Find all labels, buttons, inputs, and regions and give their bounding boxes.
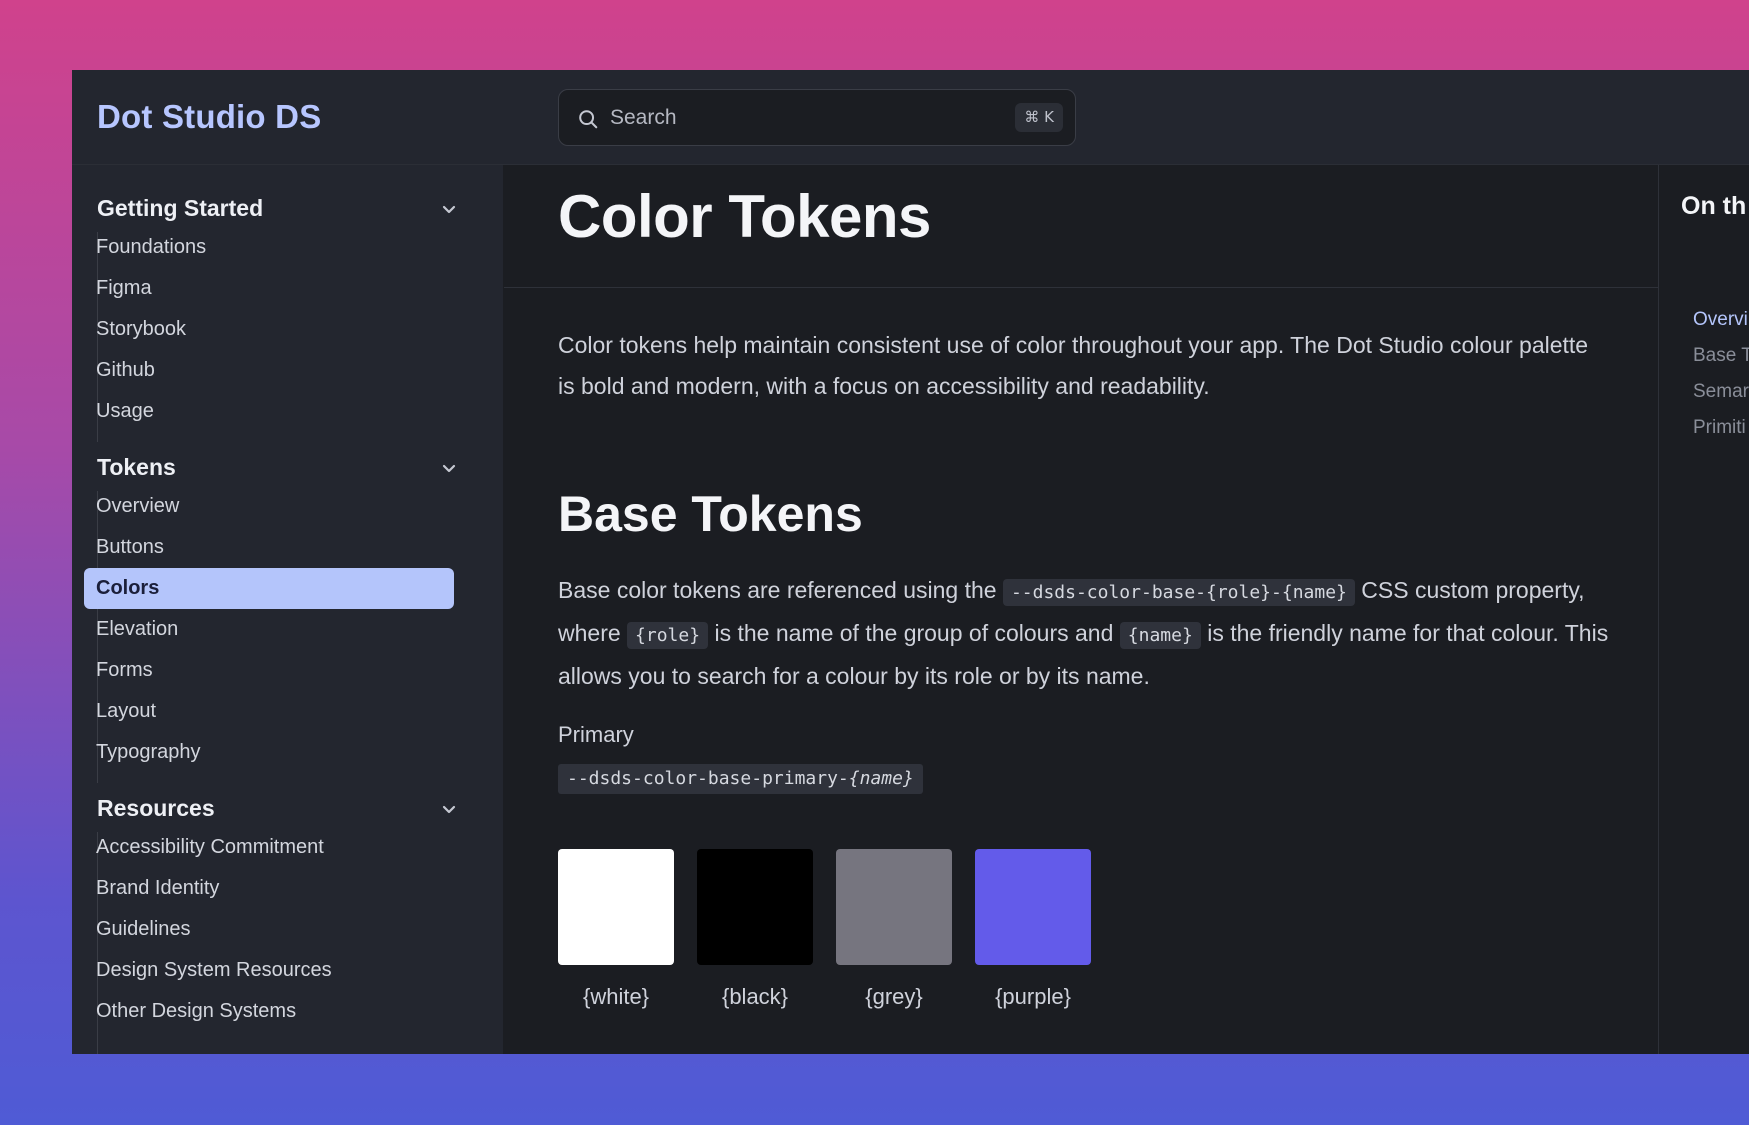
toc-title: On th <box>1681 192 1747 220</box>
app-window: Dot Studio DS Search ⌘ K Getting Started… <box>72 70 1749 1054</box>
sidebar: Getting Started Foundations Figma Storyb… <box>72 165 503 1054</box>
page-title: Color Tokens <box>558 183 931 250</box>
search-input[interactable]: Search ⌘ K <box>558 89 1076 146</box>
divider <box>504 287 1658 288</box>
search-shortcut-badge: ⌘ K <box>1015 103 1063 132</box>
table-of-contents: On th Overvi Base T Semar Primiti <box>1658 165 1749 1054</box>
sidebar-item-elevation[interactable]: Elevation <box>84 609 454 650</box>
section-heading-base-tokens: Base Tokens <box>558 486 863 542</box>
toc-item-primitives[interactable]: Primiti <box>1693 417 1746 439</box>
sidebar-item-guidelines[interactable]: Guidelines <box>84 909 454 950</box>
nav-header-label: Getting Started <box>97 195 264 221</box>
code-prefix: --dsds-color-base-primary- <box>567 768 849 789</box>
base-tokens-paragraph: Base color tokens are referenced using t… <box>558 570 1618 697</box>
sidebar-item-usage[interactable]: Usage <box>84 391 454 432</box>
sidebar-item-colors[interactable]: Colors <box>84 568 454 609</box>
text: Base color tokens are referenced using t… <box>558 577 1003 603</box>
brand-logo[interactable]: Dot Studio DS <box>97 98 321 136</box>
toc-item-overview[interactable]: Overvi <box>1693 309 1748 331</box>
sidebar-item-storybook[interactable]: Storybook <box>84 309 454 350</box>
text: is the name of the group of colours and <box>708 620 1120 646</box>
primary-label: Primary <box>558 722 634 747</box>
chevron-down-icon <box>442 805 456 814</box>
swatch-color-box <box>836 849 952 965</box>
swatch-label: {purple} <box>995 984 1071 1009</box>
swatch-label: {black} <box>721 984 789 1009</box>
inline-code: {name} <box>1119 622 1201 649</box>
primary-token-code: --dsds-color-base-primary-{name} <box>558 764 923 794</box>
sidebar-item-brand-identity[interactable]: Brand Identity <box>84 868 454 909</box>
inline-code: --dsds-color-base-{role}-{name} <box>1002 579 1355 606</box>
sidebar-item-typography[interactable]: Typography <box>84 732 454 773</box>
nav-header-label: Tokens <box>97 454 176 480</box>
swatch-color-box <box>975 849 1091 965</box>
sidebar-item-layout[interactable]: Layout <box>84 691 454 732</box>
top-bar: Dot Studio DS Search ⌘ K <box>72 70 1749 165</box>
color-swatches: {white} {black} {grey} {purple} <box>558 849 1158 1019</box>
nav-header-getting-started[interactable]: Getting Started <box>97 195 467 225</box>
sidebar-item-design-system-resources[interactable]: Design System Resources <box>84 950 454 991</box>
search-placeholder: Search <box>610 106 677 129</box>
sidebar-item-foundations[interactable]: Foundations <box>84 227 454 268</box>
swatch-white[interactable]: {white} <box>558 849 674 1010</box>
swatch-grey[interactable]: {grey} <box>836 849 952 1010</box>
inline-code: {role} <box>627 622 709 649</box>
sidebar-item-buttons[interactable]: Buttons <box>84 527 454 568</box>
sidebar-item-overview[interactable]: Overview <box>84 486 454 527</box>
sidebar-item-other-design-systems[interactable]: Other Design Systems <box>84 991 454 1032</box>
swatch-purple[interactable]: {purple} <box>975 849 1091 1010</box>
chevron-down-icon <box>442 464 456 473</box>
sidebar-item-accessibility-commitment[interactable]: Accessibility Commitment <box>84 827 454 868</box>
sidebar-item-forms[interactable]: Forms <box>84 650 454 691</box>
toc-item-base-tokens[interactable]: Base T <box>1693 345 1749 367</box>
swatch-label: {white} <box>582 984 650 1009</box>
chevron-down-icon <box>442 205 456 214</box>
search-icon <box>579 110 598 129</box>
sidebar-item-figma[interactable]: Figma <box>84 268 454 309</box>
code-variable: {name} <box>848 768 914 789</box>
swatch-label: {grey} <box>865 984 923 1009</box>
swatch-color-box <box>558 849 674 965</box>
main-content: Color Tokens Color tokens help maintain … <box>504 165 1658 1054</box>
sidebar-item-github[interactable]: Github <box>84 350 454 391</box>
swatch-color-box <box>697 849 813 965</box>
nav-header-label: Resources <box>97 795 215 821</box>
nav-header-resources[interactable]: Resources <box>97 795 467 825</box>
nav-header-tokens[interactable]: Tokens <box>97 454 467 484</box>
toc-item-semantic[interactable]: Semar <box>1693 381 1749 403</box>
swatch-black[interactable]: {black} <box>697 849 813 1010</box>
intro-paragraph: Color tokens help maintain consistent us… <box>558 332 1589 399</box>
